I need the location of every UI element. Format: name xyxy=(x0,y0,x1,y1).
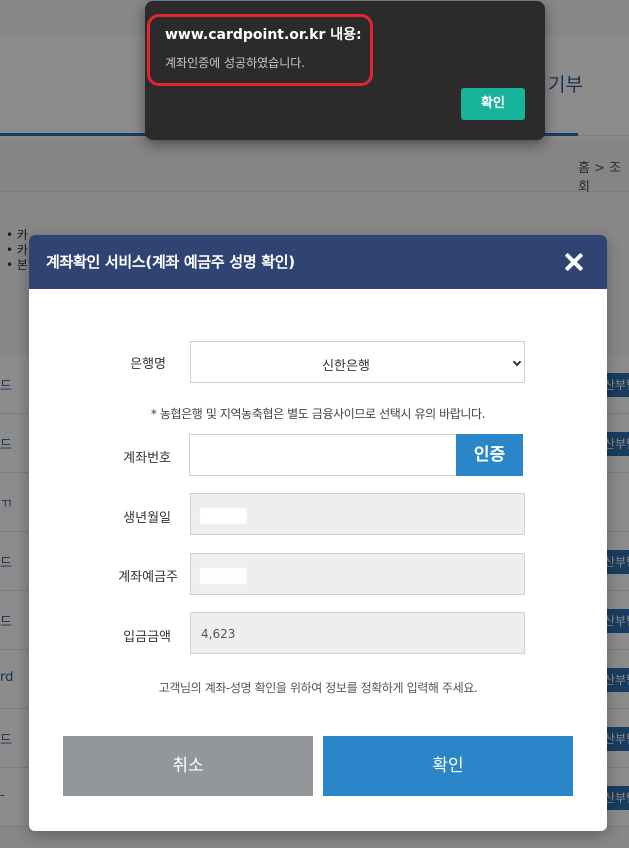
bank-notice: * 농협은행 및 지역농축협은 별도 금융사이므로 선택시 유의 바랍니다. xyxy=(150,407,486,421)
masked-value xyxy=(200,568,247,584)
alert-message: 계좌인증에 성공하였습니다. xyxy=(165,56,306,70)
birthdate-field xyxy=(190,493,525,535)
account-number-input[interactable] xyxy=(189,434,457,476)
masked-value xyxy=(200,508,247,524)
bank-label: 은행명 xyxy=(130,357,166,372)
deposit-amount-label: 입금금액 xyxy=(123,630,171,645)
modal-header: 계좌확인 서비스(계좌 예금주 성명 확인) xyxy=(29,235,607,289)
close-icon[interactable] xyxy=(561,249,587,275)
birthdate-label: 생년월일 xyxy=(123,511,171,526)
account-holder-field xyxy=(190,553,525,595)
alert-ok-button[interactable]: 확인 xyxy=(461,88,525,120)
browser-alert: www.cardpoint.or.kr 내용: 계좌인증에 성공하였습니다. 확… xyxy=(145,1,545,140)
alert-title: www.cardpoint.or.kr 내용: xyxy=(165,27,362,43)
deposit-amount-value: 4,623 xyxy=(201,627,236,641)
account-number-label: 계좌번호 xyxy=(123,451,171,466)
bank-select[interactable]: 신한은행 xyxy=(190,341,525,383)
account-verify-modal: 계좌확인 서비스(계좌 예금주 성명 확인) 은행명 신한은행 * 농협은행 및… xyxy=(29,235,607,831)
verify-button[interactable]: 인증 xyxy=(456,434,523,476)
confirm-button[interactable]: 확인 xyxy=(323,736,573,796)
chevron-down-icon xyxy=(512,357,522,367)
bank-select-value: 신한은행 xyxy=(322,359,370,374)
modal-title: 계좌확인 서비스(계좌 예금주 성명 확인) xyxy=(46,253,295,271)
account-holder-label: 계좌예금주 xyxy=(118,570,178,585)
deposit-amount-field: 4,623 xyxy=(190,612,525,654)
info-text: 고객님의 계좌-성명 확인을 위하여 정보를 정확하게 입력해 주세요. xyxy=(158,681,478,695)
cancel-button[interactable]: 취소 xyxy=(63,736,313,796)
